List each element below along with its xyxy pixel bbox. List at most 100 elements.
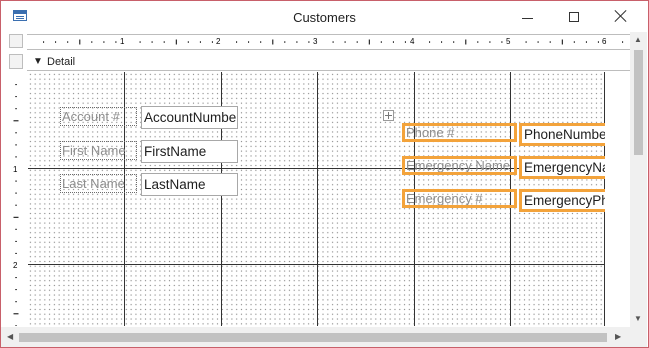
maximize-button[interactable] [551,1,597,32]
ruler-tick [13,216,19,218]
ruler-tick [441,41,443,43]
form-background [605,72,630,326]
ruler-tick [187,41,189,43]
last-name-field[interactable]: LastName [141,173,238,196]
account-number-field[interactable]: AccountNumber [141,106,238,129]
ruler-tick [15,277,17,279]
vertical-ruler-mark-1: 1 [13,165,18,174]
minimize-icon [522,18,533,19]
scroll-down-icon[interactable]: ▼ [634,314,642,323]
scroll-up-icon[interactable]: ▲ [634,35,642,44]
ruler-tick [296,41,298,43]
detail-grid[interactable]: Account # AccountNumber First Name First… [28,72,619,326]
ruler-tick [15,180,17,182]
ruler-tick [15,132,17,134]
ruler-tick [549,41,551,43]
ruler-tick [15,252,17,254]
phone-label[interactable]: Phone # [402,123,517,142]
vertical-ruler-mark-2: 2 [13,261,18,270]
ruler-tick [15,192,17,194]
ruler-tick [429,41,431,43]
ruler-tick [139,41,141,43]
collapse-arrow-icon[interactable]: ▼ [33,56,43,67]
vertical-ruler[interactable]: 1 2 [9,72,23,326]
ruler-tick [15,96,17,98]
ruler-mark-1: 1 [120,37,125,46]
grid-line [28,264,605,265]
ruler-tick [175,39,177,45]
ruler-tick [13,313,19,315]
ruler-tick [43,41,45,43]
scroll-right-icon[interactable]: ▶ [615,332,621,341]
ruler-tick [477,41,479,43]
ruler-tick [15,84,17,86]
ruler-tick [67,41,69,43]
ruler-tick [103,41,105,43]
emergency-name-field[interactable]: EmergencyName [519,156,619,179]
section-selector[interactable] [9,54,23,69]
emergency-phone-field[interactable]: EmergencyPhone [519,189,619,212]
ruler-tick [115,41,117,43]
horizontal-scrollbar[interactable]: ◀ ▶ [1,327,630,347]
ruler-tick [308,41,310,43]
close-button[interactable] [598,1,644,32]
first-name-label[interactable]: First Name [60,141,137,160]
ruler-tick [13,120,19,122]
detail-section-bar[interactable]: ▼ Detail [27,54,630,71]
ruler-tick [15,108,17,110]
move-handle-icon[interactable] [383,110,394,121]
emergency-phone-label[interactable]: Emergency # [402,189,517,208]
ruler-tick [15,156,17,158]
ruler-tick [392,41,394,43]
vertical-scroll-thumb[interactable] [634,50,643,155]
ruler-tick [525,41,527,43]
ruler-tick [55,41,57,43]
horizontal-scroll-thumb[interactable] [19,333,607,342]
grid-line [317,72,318,326]
ruler-tick [537,41,539,43]
ruler-tick [332,41,334,43]
first-name-field[interactable]: FirstName [141,140,238,163]
ruler-mark-3: 3 [313,37,318,46]
ruler-tick [151,41,153,43]
title-bar[interactable]: Customers [1,1,648,32]
ruler-tick [199,41,201,43]
ruler-mark-2: 2 [216,37,221,46]
ruler-tick [585,41,587,43]
form-selector[interactable] [9,34,23,48]
close-icon [614,9,628,23]
form-design-window: Customers 1 2 3 4 5 6 ▼ Detail 1 2 Accou… [0,0,649,348]
emergency-name-label[interactable]: Emergency Name [402,156,517,175]
ruler-tick [465,39,467,45]
ruler-tick [622,41,624,43]
ruler-tick [356,41,358,43]
last-name-label[interactable]: Last Name [60,174,137,193]
ruler-tick [260,41,262,43]
phone-number-field[interactable]: PhoneNumber [519,123,619,146]
ruler-tick [15,325,17,326]
design-surface: 1 2 3 4 5 6 ▼ Detail 1 2 Account # Accou… [8,32,630,326]
scroll-left-icon[interactable]: ◀ [7,332,13,341]
vertical-scrollbar[interactable]: ▲ ▼ [630,32,647,327]
ruler-tick [404,41,406,43]
ruler-mark-5: 5 [506,37,511,46]
ruler-tick [344,41,346,43]
horizontal-ruler[interactable]: 1 2 3 4 5 6 [27,34,630,50]
ruler-tick [597,41,599,43]
ruler-tick [15,289,17,291]
account-label[interactable]: Account # [60,107,137,126]
ruler-tick [15,301,17,303]
minimize-button[interactable] [504,1,550,32]
ruler-tick [453,41,455,43]
ruler-tick [79,39,81,45]
ruler-tick [15,204,17,206]
ruler-tick [163,41,165,43]
ruler-mark-6: 6 [602,37,607,46]
ruler-tick [561,39,563,45]
ruler-tick [15,240,17,242]
ruler-ticks [43,39,624,45]
ruler-tick [284,41,286,43]
section-label: Detail [47,56,76,68]
ruler-tick [15,228,17,230]
ruler-tick [236,41,238,43]
